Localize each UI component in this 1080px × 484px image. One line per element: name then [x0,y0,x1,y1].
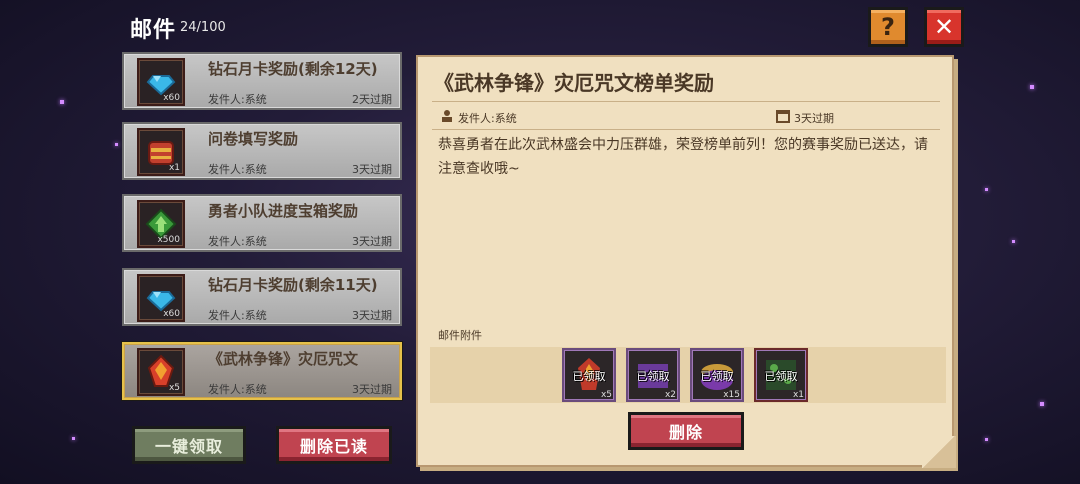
star-decoration [115,143,118,146]
mail-expire: 3天过期 [352,309,392,322]
diamond-icon: x60 [137,58,185,106]
claim-all-button[interactable]: 一键领取 [132,426,246,464]
detail-title: 《武林争锋》灾厄咒文榜单奖励 [434,71,714,95]
delete-read-button[interactable]: 删除已读 [276,426,392,464]
mail-title: 《武林争锋》灾厄咒文 [208,350,359,368]
mail-item-selected[interactable]: x5 《武林争锋》灾厄咒文 发件人:系统 3天过期 [122,342,402,400]
attachment-item[interactable]: 已领取 x1 [754,348,808,402]
detail-sender: 发件人:系统 [458,112,517,125]
help-button[interactable]: ? [868,7,908,47]
mail-expire: 3天过期 [352,235,392,248]
item-quantity: x60 [163,93,180,103]
star-decoration [1012,240,1015,243]
mail-sender: 发件人:系统 [208,309,267,322]
mail-title: 勇者小队进度宝箱奖励 [208,202,359,220]
attachment-quantity: x15 [723,390,740,400]
mail-title: 钻石月卡奖励(剩余12天) [208,60,378,78]
mail-count: 24/100 [180,20,226,35]
star-decoration [985,188,988,191]
attachments-label: 邮件附件 [438,329,482,342]
mail-item[interactable]: x1 问卷填写奖励 发件人:系统 3天过期 [122,122,402,180]
close-button[interactable]: ✕ [924,7,964,47]
mail-sender: 发件人:系统 [208,235,267,248]
divider [432,101,940,102]
star-decoration [985,438,988,441]
attachment-item[interactable]: 已领取 x5 [562,348,616,402]
attachment-quantity: x1 [792,390,804,400]
delete-button[interactable]: 删除 [628,412,744,450]
star-decoration [60,100,64,104]
star-decoration [1040,402,1044,406]
claimed-label: 已领取 [700,370,734,383]
mail-expire: 3天过期 [352,163,392,176]
page-title: 邮件 [130,18,177,43]
mail-title: 问卷填写奖励 [208,130,299,148]
calendar-icon [776,110,790,123]
item-quantity: x1 [168,163,180,173]
attachments-bar [430,347,946,403]
divider [432,129,940,130]
mail-detail-panel: 《武林争锋》灾厄咒文榜单奖励 发件人:系统 3天过期 恭喜勇者在此次武林盛会中力… [416,55,954,467]
mail-sender: 发件人:系统 [208,163,267,176]
mail-item[interactable]: x60 钻石月卡奖励(剩余12天) 发件人:系统 2天过期 [122,52,402,110]
item-quantity: x60 [163,309,180,319]
attachment-item[interactable]: 已领取 x15 [690,348,744,402]
mail-expire: 2天过期 [352,93,392,106]
mail-list[interactable]: x60 钻石月卡奖励(剩余12天) 发件人:系统 2天过期 x1 问卷填写奖励 … [122,52,404,420]
star-decoration [1030,85,1034,89]
close-icon: ✕ [933,13,955,41]
question-icon: ? [881,13,895,41]
chest-icon: x1 [137,128,185,176]
mail-sender: 发件人:系统 [208,93,267,106]
green-gem-icon: x500 [137,200,185,248]
attachment-item[interactable]: 已领取 x2 [626,348,680,402]
claimed-label: 已领取 [636,370,670,383]
attachment-quantity: x5 [600,390,612,400]
item-quantity: x5 [168,383,180,393]
mail-expire: 3天过期 [352,383,392,396]
item-quantity: x500 [157,235,180,245]
star-decoration [72,437,75,440]
user-icon [442,110,452,122]
mail-item[interactable]: x60 钻石月卡奖励(剩余11天) 发件人:系统 3天过期 [122,268,402,326]
detail-expire: 3天过期 [794,112,834,125]
claimed-label: 已领取 [764,370,798,383]
mail-item[interactable]: x500 勇者小队进度宝箱奖励 发件人:系统 3天过期 [122,194,402,252]
mail-title: 钻石月卡奖励(剩余11天) [208,276,378,294]
red-gem-icon: x5 [137,348,185,396]
page-fold-decoration [922,436,956,468]
claimed-label: 已领取 [572,370,606,383]
mail-sender: 发件人:系统 [208,383,267,396]
mail-body: 恭喜勇者在此次武林盛会中力压群雄，荣登榜单前列！您的赛事奖励已送达，请注意查收哦… [438,137,928,177]
attachment-quantity: x2 [664,390,676,400]
diamond-icon: x60 [137,274,185,322]
